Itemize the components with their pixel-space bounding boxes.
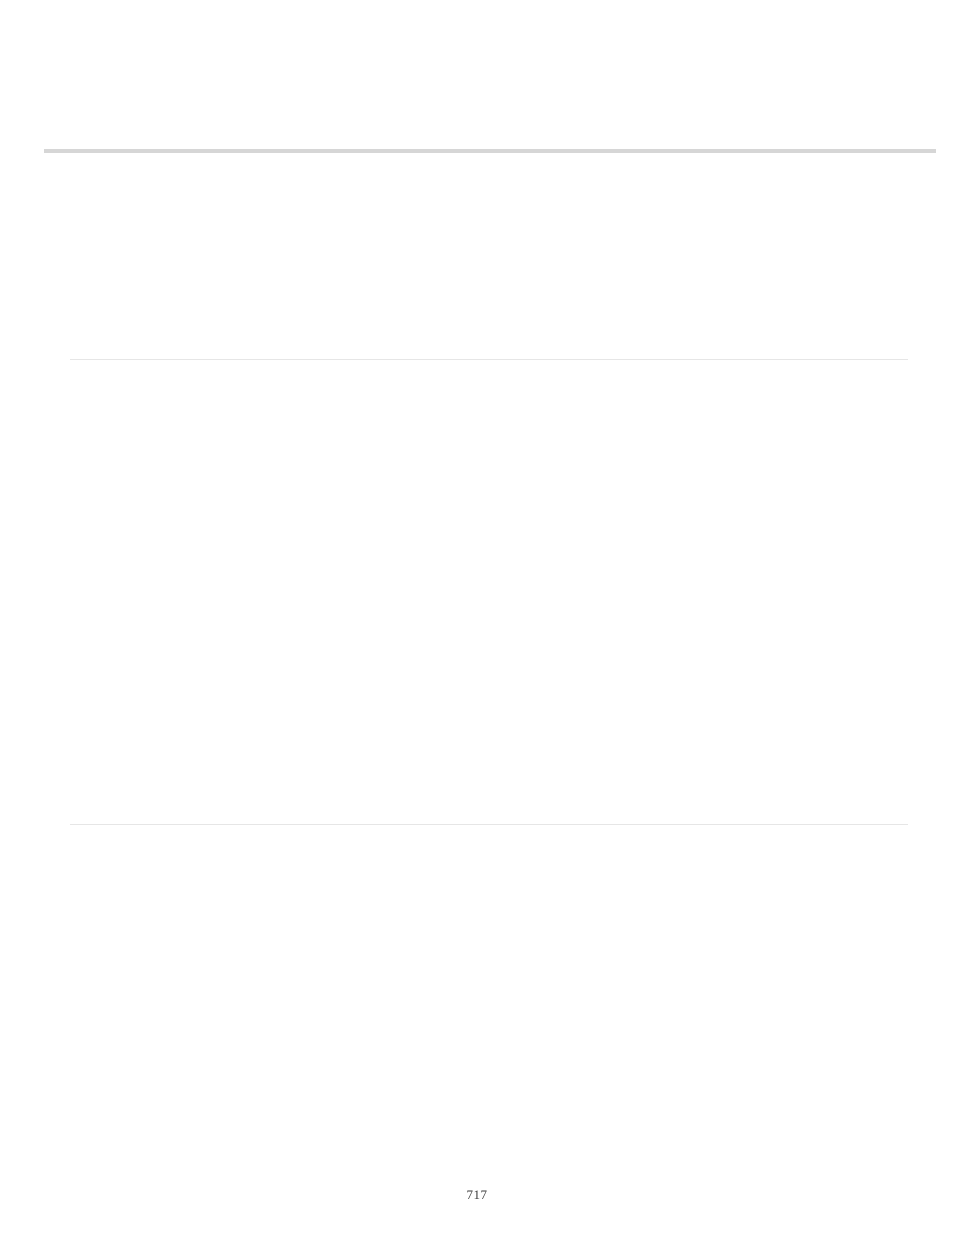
section-divider-thick (44, 149, 936, 153)
section-divider-thin (70, 359, 908, 360)
page-number: 717 (0, 1187, 954, 1203)
section-divider-thin (70, 824, 908, 825)
